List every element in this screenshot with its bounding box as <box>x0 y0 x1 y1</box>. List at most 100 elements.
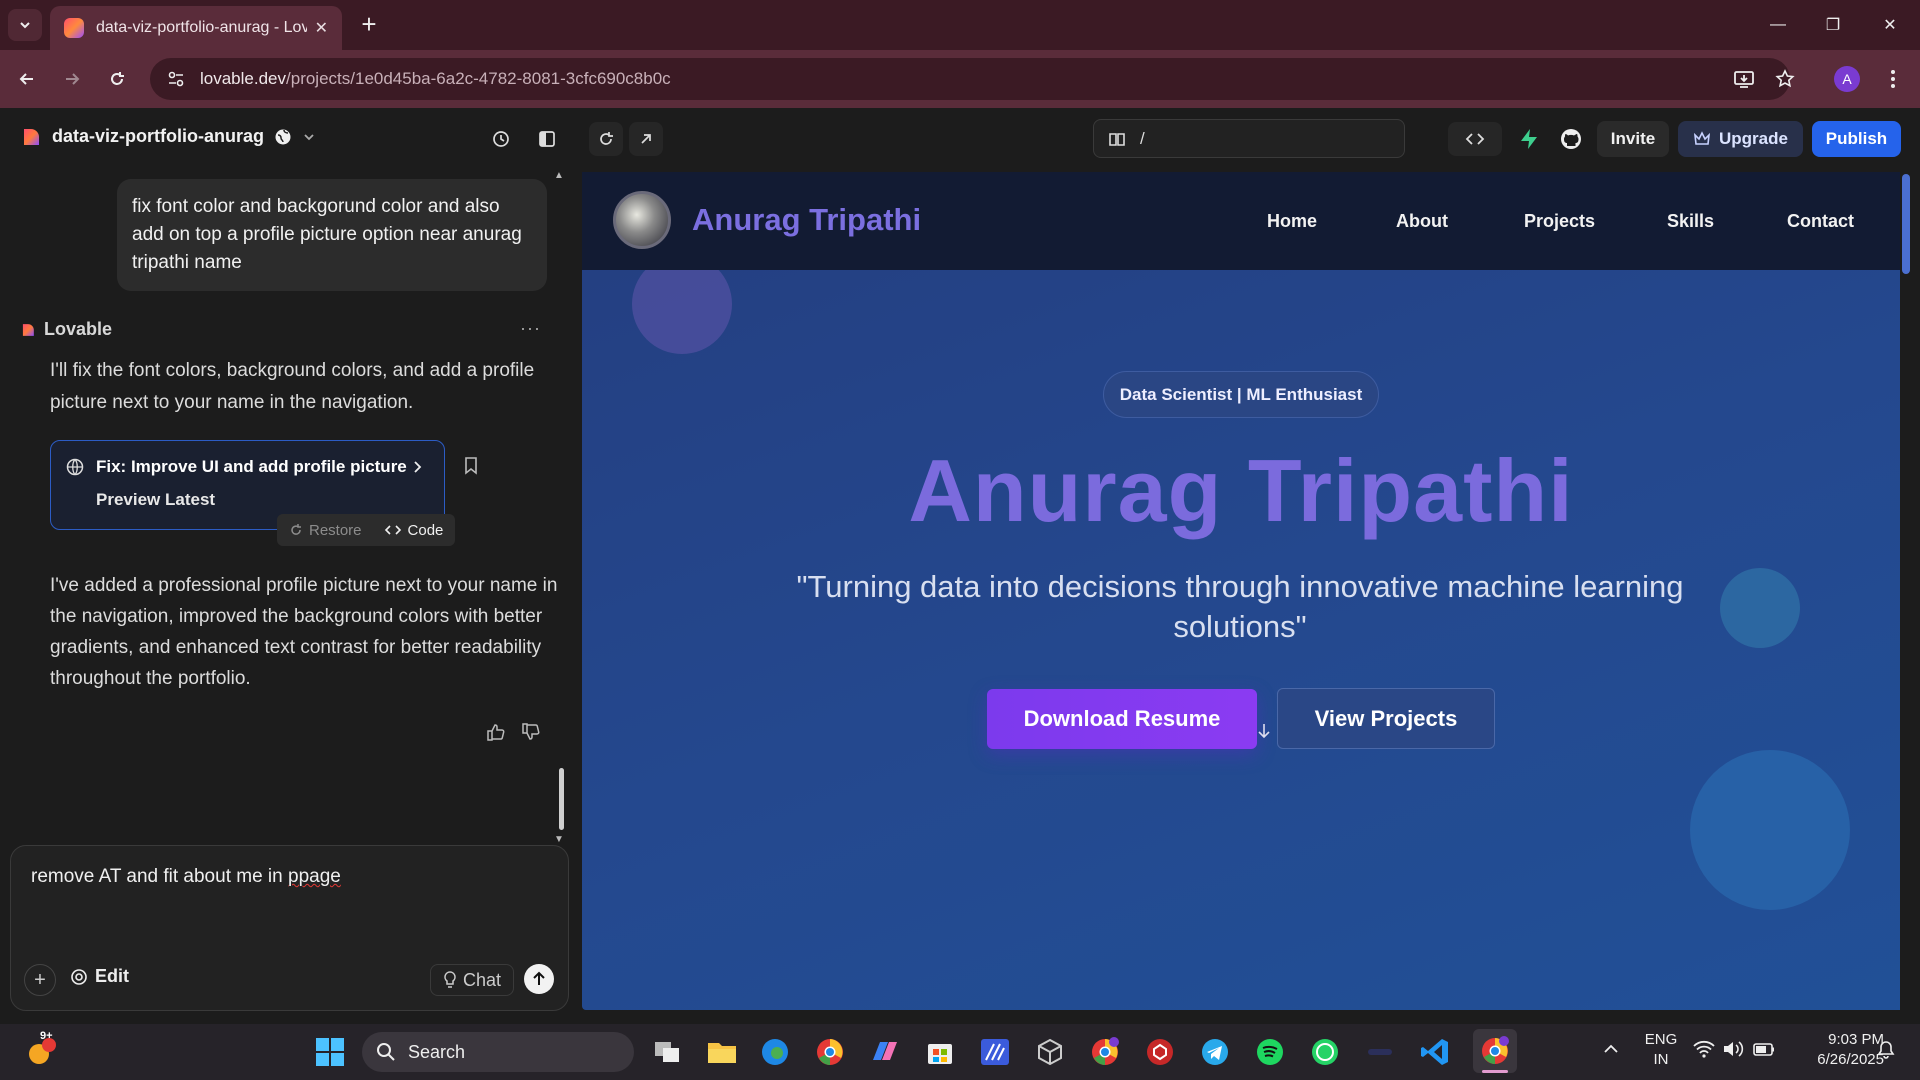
back-button[interactable] <box>12 64 42 94</box>
send-button[interactable] <box>524 964 554 994</box>
edit-mode-button[interactable]: Edit <box>70 966 129 987</box>
taskbar-search[interactable]: Search <box>362 1032 634 1072</box>
route-path-input[interactable]: / <box>1093 119 1405 158</box>
project-name: data-viz-portfolio-anurag <box>52 126 264 146</box>
os-taskbar <box>0 1024 1920 1080</box>
chat-mode-button[interactable]: Chat <box>430 964 514 996</box>
toggle-sidebar-button[interactable] <box>530 122 564 156</box>
thumbs-up-icon[interactable] <box>486 722 506 742</box>
user-message: fix font color and backgorund color and … <box>117 179 547 291</box>
code-button[interactable]: Code <box>384 521 444 539</box>
input-misspelled-word: ppage <box>288 866 341 887</box>
reload-button[interactable] <box>102 64 132 94</box>
address-bar[interactable]: lovable.dev/projects/1e0d45ba-6a2c-4782-… <box>150 58 1790 100</box>
site-nav-projects[interactable]: Projects <box>1524 211 1595 232</box>
bookmark-icon[interactable] <box>464 457 478 475</box>
new-tab-button[interactable]: + <box>354 10 384 40</box>
version-card-subtitle[interactable]: Preview Latest <box>96 490 215 510</box>
preview-scrollbar[interactable] <box>1902 174 1910 274</box>
arrow-left-icon <box>19 73 33 85</box>
app-icon[interactable] <box>978 1035 1012 1069</box>
code-label: Code <box>407 521 444 539</box>
browser-profile-avatar[interactable]: A <box>1834 66 1860 92</box>
chat-mode-label: Chat <box>462 969 502 990</box>
browser-tab[interactable]: data-viz-portfolio-anurag - Lov ✕ <box>50 6 342 50</box>
minimize-button[interactable]: — <box>1758 10 1798 40</box>
site-nav-contact[interactable]: Contact <box>1787 211 1854 232</box>
telegram-icon[interactable] <box>1198 1035 1232 1069</box>
sidebar-icon <box>539 131 555 147</box>
lovable-favicon-icon <box>64 18 84 38</box>
antivirus-icon[interactable] <box>1143 1035 1177 1069</box>
chrome-profile-icon[interactable] <box>1088 1035 1122 1069</box>
edge-browser-icon[interactable] <box>758 1035 792 1069</box>
language-indicator[interactable]: ENG IN <box>1644 1030 1678 1070</box>
system-clock[interactable]: 9:03 PM 6/26/2025 <box>1790 1030 1884 1070</box>
download-resume-button[interactable]: Download Resume <box>987 689 1257 749</box>
publish-button[interactable]: Publish <box>1812 121 1901 157</box>
microsoft-store-icon[interactable] <box>923 1035 957 1069</box>
task-view-icon[interactable] <box>650 1035 684 1069</box>
upgrade-button[interactable]: Upgrade <box>1678 121 1803 157</box>
spotify-icon[interactable] <box>1253 1035 1287 1069</box>
battery-icon[interactable] <box>1752 1040 1776 1058</box>
start-button[interactable] <box>313 1035 347 1069</box>
wifi-icon[interactable] <box>1693 1040 1715 1058</box>
download-arrow-icon <box>1257 722 1271 740</box>
file-explorer-icon[interactable] <box>705 1035 739 1069</box>
chrome-icon[interactable] <box>813 1035 847 1069</box>
scroll-down-arrow-icon[interactable]: ▼ <box>554 834 564 845</box>
whatsapp-icon[interactable] <box>1308 1035 1342 1069</box>
view-projects-button[interactable]: View Projects <box>1277 688 1495 749</box>
supabase-button[interactable] <box>1512 122 1546 156</box>
close-window-button[interactable]: ✕ <box>1870 10 1910 40</box>
bookmark-star-button[interactable] <box>1770 64 1800 94</box>
message-options-icon[interactable]: ··· <box>520 318 541 339</box>
install-app-button[interactable] <box>1729 64 1759 94</box>
restore-window-button[interactable]: ❐ <box>1813 10 1853 40</box>
tab-close-icon[interactable]: ✕ <box>315 18 328 38</box>
refresh-preview-button[interactable] <box>589 122 623 156</box>
clock-time: 9:03 PM <box>1828 1031 1884 1048</box>
restore-button[interactable]: Restore <box>289 522 362 539</box>
scroll-up-arrow-icon[interactable]: ▲ <box>554 170 564 181</box>
invite-button[interactable]: Invite <box>1597 121 1669 157</box>
lang-line-1: ENG <box>1644 1031 1678 1048</box>
unity-icon[interactable] <box>1033 1035 1067 1069</box>
copilot-icon[interactable] <box>868 1035 902 1069</box>
site-nav-home[interactable]: Home <box>1267 211 1317 232</box>
crown-icon <box>1693 131 1711 145</box>
project-switcher[interactable]: data-viz-portfolio-anurag <box>20 126 316 147</box>
site-nav-skills[interactable]: Skills <box>1667 211 1714 232</box>
vscode-icon[interactable] <box>1418 1035 1452 1069</box>
chevron-right-icon[interactable] <box>410 458 426 476</box>
restore-label: Restore <box>309 521 362 539</box>
tab-search-dropdown[interactable] <box>8 9 42 41</box>
arrow-up-right-icon <box>641 134 651 144</box>
github-button[interactable] <box>1554 122 1588 156</box>
browser-menu-button[interactable] <box>1878 64 1908 94</box>
app-icon-dark[interactable] <box>1363 1035 1397 1069</box>
assistant-header: Lovable <box>20 319 112 340</box>
lovable-logo-icon <box>22 323 34 336</box>
chevron-down-icon <box>20 22 30 29</box>
kebab-menu-icon <box>1891 70 1895 88</box>
url-text: lovable.dev/projects/1e0d45ba-6a2c-4782-… <box>200 69 671 89</box>
chrome-active-icon[interactable] <box>1473 1029 1517 1073</box>
site-brand-name[interactable]: Anurag Tripathi <box>692 202 921 238</box>
site-nav-about[interactable]: About <box>1396 211 1448 232</box>
thumbs-down-icon[interactable] <box>521 722 541 742</box>
globe-icon <box>66 458 84 476</box>
chat-input-text[interactable]: remove AT and fit about me in ppage <box>31 866 341 888</box>
open-external-button[interactable] <box>629 122 663 156</box>
chat-scrollbar[interactable] <box>559 768 564 830</box>
forward-button[interactable] <box>57 64 87 94</box>
code-view-button[interactable] <box>1448 122 1502 156</box>
notifications-bell-icon[interactable] <box>1876 1040 1896 1060</box>
history-button[interactable] <box>484 122 518 156</box>
show-hidden-icons-icon[interactable] <box>1602 1040 1620 1058</box>
volume-icon[interactable] <box>1722 1040 1744 1058</box>
history-icon <box>493 131 509 147</box>
attach-button[interactable]: + <box>24 964 56 996</box>
site-info-icon[interactable] <box>166 69 186 89</box>
